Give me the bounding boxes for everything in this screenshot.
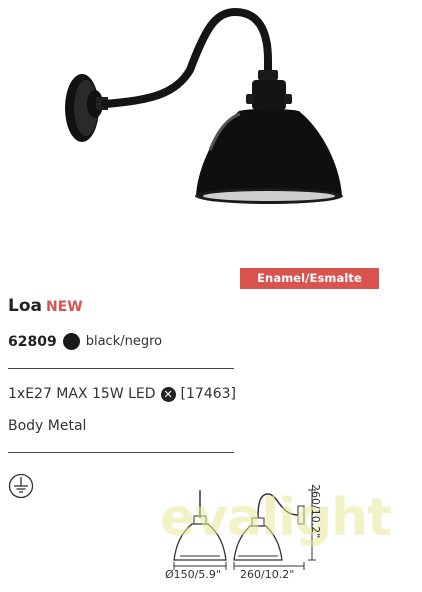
x-icon: ✕: [160, 386, 176, 402]
diameter-dimension: Ø150/5.9": [165, 568, 221, 581]
body-material: Body Metal: [8, 418, 87, 434]
variant-row: 62809 black/negro: [8, 333, 162, 350]
product-title: Loa NEW: [8, 296, 83, 316]
color-label: black/negro: [85, 334, 163, 349]
product-code: 62809: [8, 333, 57, 350]
lamp-spec: 1xE27 MAX 15W LED: [8, 386, 156, 402]
divider: [8, 452, 234, 453]
lamp-spec-row: 1xE27 MAX 15W LED ✕ [17463]: [8, 386, 236, 402]
new-tag: NEW: [45, 299, 83, 315]
color-swatch: [62, 333, 80, 350]
height-dimension: 260/10.2": [309, 484, 322, 539]
divider: [8, 368, 234, 369]
product-image: [65, 7, 343, 204]
bulb-reference: [17463]: [180, 386, 237, 402]
watermark: evalight: [160, 488, 392, 548]
depth-dimension: 260/10.2": [240, 568, 295, 581]
product-name: Loa: [8, 296, 42, 316]
ground-icon: [8, 473, 34, 499]
finish-badge: Enamel/Esmalte: [240, 268, 379, 289]
